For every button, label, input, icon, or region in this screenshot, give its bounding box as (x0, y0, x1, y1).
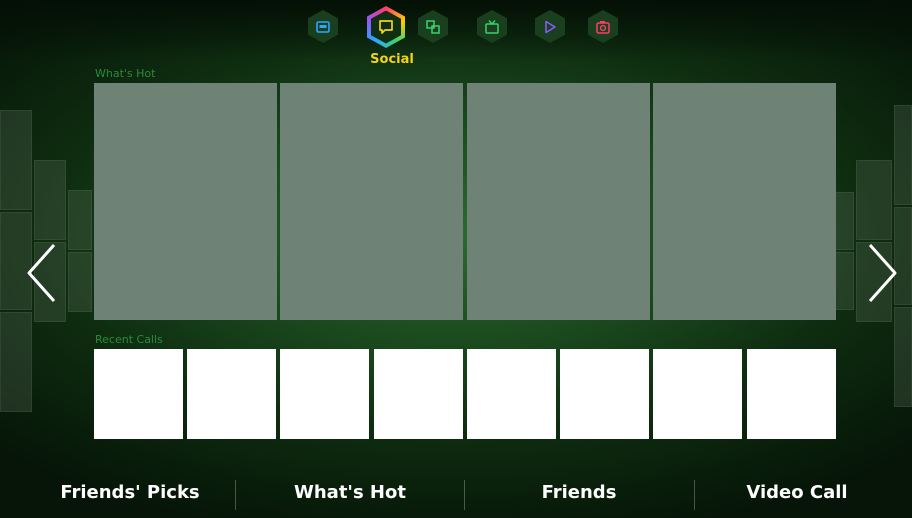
wall-panel (0, 312, 32, 412)
recent-call-tile[interactable] (187, 349, 276, 439)
videos-icon (545, 20, 556, 33)
whats-hot-row (94, 83, 836, 320)
chevron-left-icon (27, 244, 56, 302)
category-bar: Social (300, 6, 630, 70)
wall-panel (0, 110, 32, 210)
smart-hub-social-screen: Social What's Hot Recent Calls Friends' … (0, 0, 912, 518)
menu-item-friends-picks[interactable]: Friends' Picks (30, 482, 230, 510)
menu-item-whats-hot[interactable]: What's Hot (250, 482, 450, 510)
recent-call-tile[interactable] (747, 349, 836, 439)
menu-item-friends[interactable]: Friends (479, 482, 679, 510)
previous-page-button[interactable] (24, 241, 58, 305)
on-tv-icon (316, 20, 330, 33)
whats-hot-tile[interactable] (280, 83, 463, 320)
photos-icon (596, 20, 610, 34)
tab-photos[interactable] (588, 10, 618, 43)
wall-panel (68, 190, 92, 250)
recent-call-tile[interactable] (374, 349, 463, 439)
menu-item-video-call[interactable]: Video Call (697, 482, 897, 510)
wall-panel (856, 160, 892, 240)
recent-call-tile[interactable] (653, 349, 742, 439)
recent-call-tile[interactable] (560, 349, 649, 439)
whats-hot-section-label: What's Hot (95, 67, 156, 80)
wall-panel (68, 252, 92, 312)
next-page-button[interactable] (866, 241, 900, 305)
whats-hot-tile[interactable] (94, 83, 277, 320)
recent-call-tile[interactable] (467, 349, 556, 439)
bottom-menu-bar: Friends' Picks What's Hot Friends Video … (0, 470, 912, 518)
recent-calls-row (94, 349, 836, 439)
wall-panel (894, 307, 912, 407)
tab-movies-tv-shows[interactable] (477, 10, 507, 43)
tab-videos[interactable] (535, 10, 565, 43)
active-tab-label: Social (370, 52, 414, 67)
wall-panel (34, 160, 66, 240)
tab-social[interactable] (367, 6, 405, 48)
menu-divider (694, 480, 695, 510)
menu-divider (235, 480, 236, 510)
recent-calls-section-label: Recent Calls (95, 333, 163, 346)
tab-on-tv[interactable] (308, 10, 338, 43)
tab-apps[interactable] (418, 10, 448, 43)
chevron-right-icon (868, 244, 897, 302)
recent-call-tile[interactable] (94, 349, 183, 439)
whats-hot-tile[interactable] (467, 83, 650, 320)
tab-social-inner (371, 10, 401, 44)
apps-icon (426, 19, 440, 34)
social-icon (379, 20, 393, 34)
movies-tv-shows-icon (485, 19, 499, 34)
recent-call-tile[interactable] (280, 349, 369, 439)
whats-hot-tile[interactable] (653, 83, 836, 320)
menu-divider (464, 480, 465, 510)
wall-panel (894, 105, 912, 205)
